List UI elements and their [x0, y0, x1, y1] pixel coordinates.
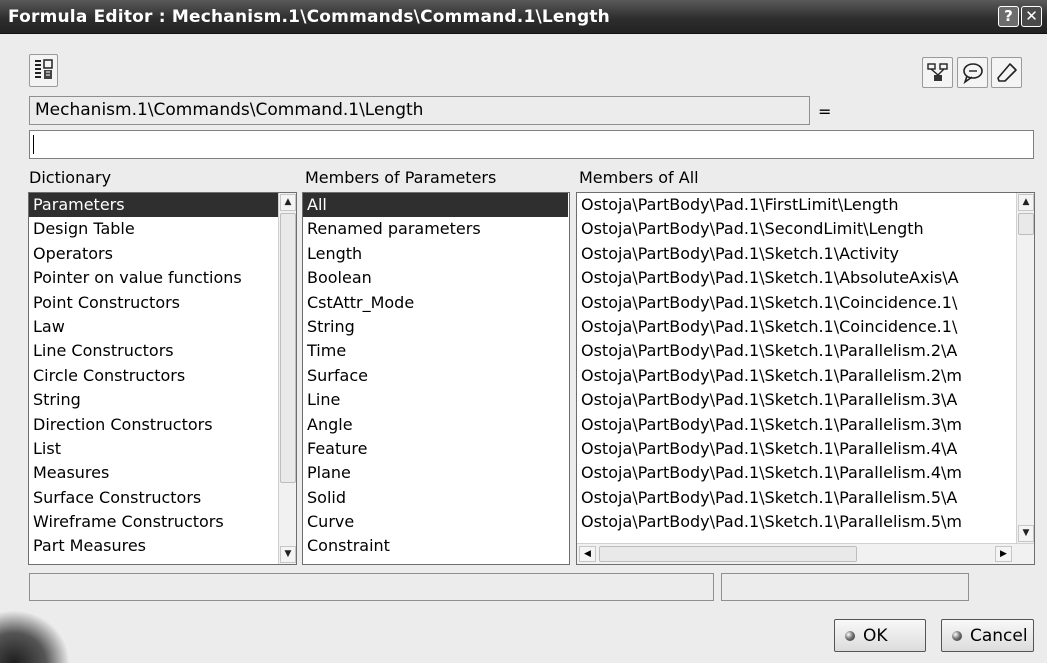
comment-button[interactable] [957, 57, 988, 88]
dictionary-item[interactable]: Design Table [29, 217, 278, 241]
parameter-type-item[interactable]: Curve [303, 510, 569, 534]
ok-label: OK [863, 625, 888, 646]
parameter-type-item[interactable]: Angle [303, 413, 569, 437]
formula-tree-icon [35, 59, 53, 79]
radio-dot-icon [952, 630, 962, 641]
help-button[interactable]: ? [998, 6, 1019, 27]
dictionary-item[interactable]: String [29, 388, 278, 412]
parameter-type-item[interactable]: Surface [303, 364, 569, 388]
parameter-type-item[interactable]: CstAttr_Mode [303, 291, 569, 315]
dictionary-item[interactable]: Part Measures [29, 534, 278, 558]
window-title: Formula Editor : Mechanism.1\Commands\Co… [8, 7, 610, 27]
comment-icon [963, 63, 983, 85]
radio-dot-icon [845, 630, 855, 641]
members-horizontal-scrollbar[interactable]: ◀ ▶ [577, 543, 1034, 564]
scroll-down-arrow-icon[interactable]: ▼ [1018, 525, 1034, 542]
parameter-type-item[interactable]: String [303, 315, 569, 339]
parameter-type-item[interactable]: Line [303, 388, 569, 412]
parameter-type-item[interactable]: Solid [303, 486, 569, 510]
member-item[interactable]: Ostoja\PartBody\Pad.1\Sketch.1\Paralleli… [577, 461, 1017, 485]
cancel-label: Cancel [970, 625, 1028, 646]
eraser-button[interactable] [991, 57, 1022, 88]
dictionary-item[interactable]: List [29, 437, 278, 461]
member-item[interactable]: Ostoja\PartBody\Pad.1\Sketch.1\Paralleli… [577, 364, 1017, 388]
status-field-right [721, 573, 969, 601]
dictionary-header: Dictionary [29, 168, 112, 187]
parameter-link-icon [927, 63, 948, 81]
member-item[interactable]: Ostoja\PartBody\Pad.1\Sketch.1\Paralleli… [577, 339, 1017, 363]
scroll-left-arrow-icon[interactable]: ◀ [579, 546, 596, 562]
eraser-icon [997, 63, 1017, 82]
parameter-path-field: Mechanism.1\Commands\Command.1\Length [29, 96, 810, 125]
formula-tree-button[interactable] [29, 54, 58, 87]
parameter-type-item[interactable]: Constraint [303, 534, 569, 558]
members-vertical-scrollbar[interactable]: ▲ ▼ [1016, 193, 1034, 543]
member-item[interactable]: Ostoja\PartBody\Pad.1\Sketch.1\Activity [577, 242, 1017, 266]
parameter-type-item[interactable]: Plane [303, 461, 569, 485]
member-item[interactable]: Ostoja\PartBody\Pad.1\FirstLimit\Length [577, 193, 1017, 217]
dictionary-items: Parameters Design Table Operators Pointe… [29, 193, 278, 559]
dictionary-item[interactable]: Point Constructors [29, 291, 278, 315]
cancel-button[interactable]: Cancel [941, 619, 1034, 652]
scroll-down-arrow-icon[interactable]: ▼ [280, 546, 296, 563]
dictionary-item[interactable]: Surface Constructors [29, 486, 278, 510]
member-item[interactable]: Ostoja\PartBody\Pad.1\Sketch.1\Paralleli… [577, 388, 1017, 412]
dictionary-item[interactable]: Circle Constructors [29, 364, 278, 388]
ok-button[interactable]: OK [834, 619, 926, 652]
member-item[interactable]: Ostoja\PartBody\Pad.1\Sketch.1\Coinciden… [577, 315, 1017, 339]
scroll-right-arrow-icon[interactable]: ▶ [995, 546, 1012, 562]
horizontal-scroll-thumb[interactable] [599, 546, 857, 562]
members-of-parameters-header: Members of Parameters [305, 168, 497, 187]
member-items: Ostoja\PartBody\Pad.1\FirstLimit\Length … [577, 193, 1017, 534]
member-item[interactable]: Ostoja\PartBody\Pad.1\Sketch.1\Paralleli… [577, 437, 1017, 461]
parameter-type-item[interactable]: Boolean [303, 266, 569, 290]
parameter-type-items: All Renamed parameters Length Boolean Cs… [303, 193, 569, 559]
scroll-up-arrow-icon[interactable]: ▲ [1018, 194, 1034, 211]
member-item[interactable]: Ostoja\PartBody\Pad.1\Sketch.1\Paralleli… [577, 413, 1017, 437]
members-of-all-list[interactable]: Ostoja\PartBody\Pad.1\FirstLimit\Length … [576, 192, 1035, 565]
dictionary-item[interactable]: Operators [29, 242, 278, 266]
member-item[interactable]: Ostoja\PartBody\Pad.1\SecondLimit\Length [577, 217, 1017, 241]
title-bar[interactable]: Formula Editor : Mechanism.1\Commands\Co… [0, 0, 1047, 34]
members-of-parameters-list[interactable]: All Renamed parameters Length Boolean Cs… [302, 192, 570, 565]
scroll-up-arrow-icon[interactable]: ▲ [280, 194, 296, 211]
dictionary-item[interactable]: Pointer on value functions [29, 266, 278, 290]
parameter-type-item[interactable]: Renamed parameters [303, 217, 569, 241]
member-item[interactable]: Ostoja\PartBody\Pad.1\Sketch.1\Paralleli… [577, 486, 1017, 510]
equals-label: = [818, 102, 832, 121]
parameter-type-item[interactable]: Feature [303, 437, 569, 461]
members-of-all-header: Members of All [579, 168, 699, 187]
text-caret [33, 135, 34, 154]
scroll-thumb[interactable] [1018, 213, 1034, 235]
corner-shadow-decoration [0, 610, 70, 663]
formula-editor-window: Formula Editor : Mechanism.1\Commands\Co… [0, 0, 1047, 663]
parameter-type-item[interactable]: Length [303, 242, 569, 266]
dictionary-item[interactable]: Parameters [29, 193, 278, 218]
close-button[interactable]: ✕ [1021, 6, 1042, 27]
dictionary-item[interactable]: Direction Constructors [29, 413, 278, 437]
member-item[interactable]: Ostoja\PartBody\Pad.1\Sketch.1\Paralleli… [577, 510, 1017, 534]
parameter-type-item[interactable]: Time [303, 339, 569, 363]
dictionary-item[interactable]: Law [29, 315, 278, 339]
dictionary-list[interactable]: Parameters Design Table Operators Pointe… [28, 192, 297, 565]
dictionary-item[interactable]: Wireframe Constructors [29, 510, 278, 534]
dictionary-item[interactable]: Line Constructors [29, 339, 278, 363]
dictionary-scrollbar[interactable]: ▲ ▼ [278, 193, 296, 564]
member-item[interactable]: Ostoja\PartBody\Pad.1\Sketch.1\Coinciden… [577, 291, 1017, 315]
formula-input[interactable] [29, 130, 1034, 159]
member-item[interactable]: Ostoja\PartBody\Pad.1\Sketch.1\AbsoluteA… [577, 266, 1017, 290]
dictionary-item[interactable]: Measures [29, 461, 278, 485]
parameter-type-item[interactable]: All [303, 193, 568, 218]
status-field-left [29, 573, 714, 601]
scroll-thumb[interactable] [280, 213, 296, 483]
parameter-link-button[interactable] [922, 57, 953, 88]
